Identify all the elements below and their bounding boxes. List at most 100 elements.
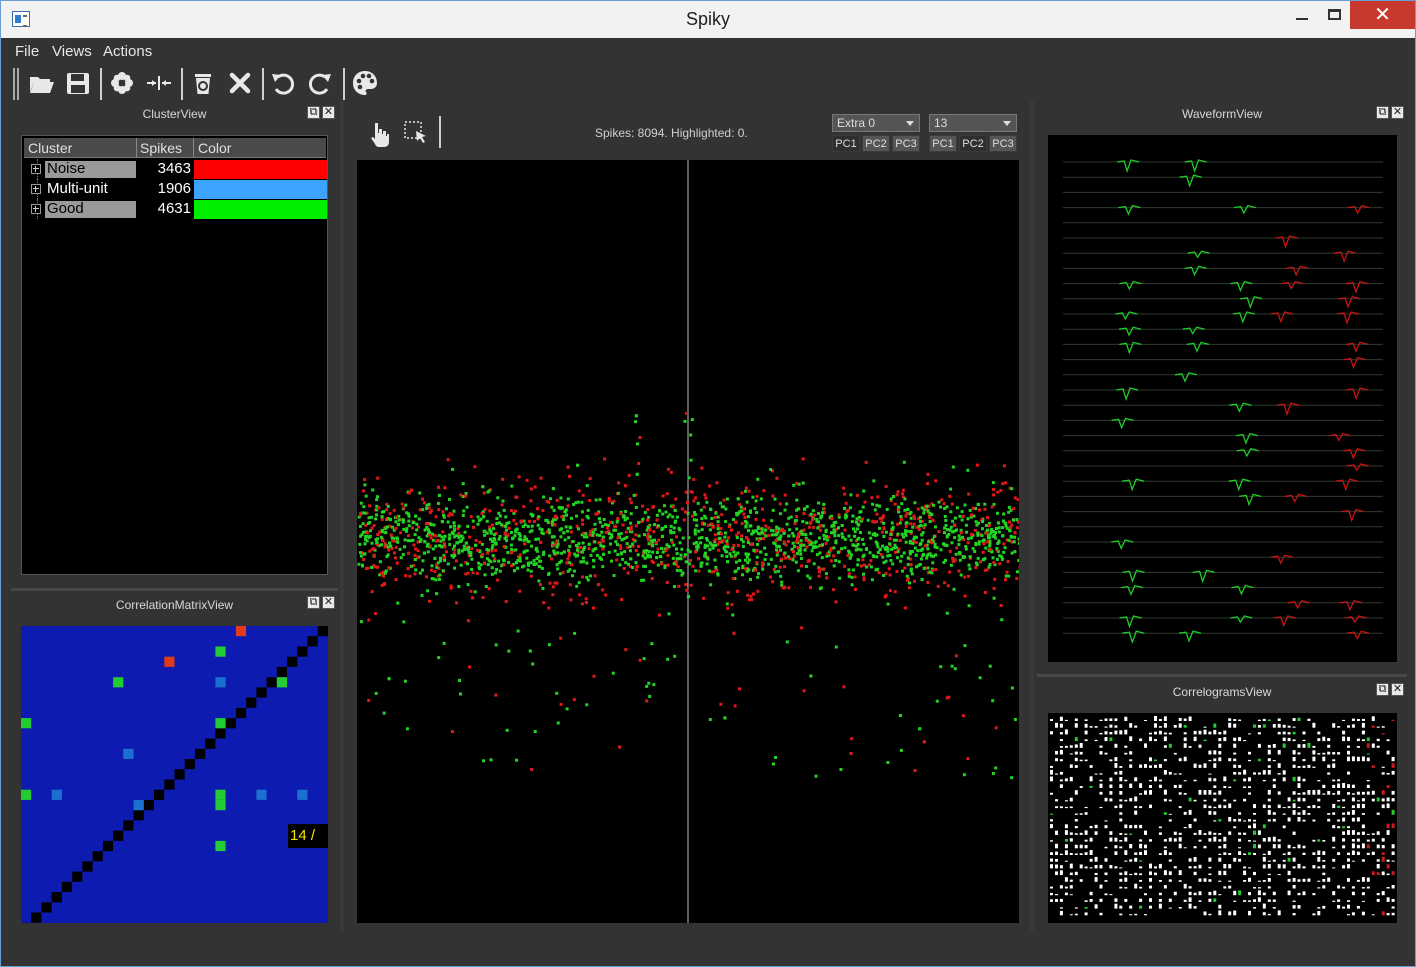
cluster-color-swatch[interactable] [194, 160, 327, 179]
spike-point [535, 546, 539, 550]
dock-splitter[interactable] [1037, 674, 1407, 677]
cluster-row[interactable]: Multi-unit 1906 [24, 179, 327, 199]
correlograms-view-float-button[interactable]: ⧉ [1376, 683, 1389, 696]
toolbar-grip[interactable] [13, 68, 19, 100]
y-pc2-button[interactable]: PC2 [959, 135, 987, 152]
spike-point [885, 507, 889, 511]
correlogram-bar [1302, 759, 1306, 762]
spike-point [724, 531, 727, 535]
correlation-matrix-canvas[interactable] [21, 626, 328, 923]
spike-point [666, 657, 670, 661]
spike-point [491, 554, 495, 558]
correlogram-bar [1253, 899, 1256, 902]
x-pc3-button[interactable]: PC3 [892, 135, 920, 152]
spike-point [810, 549, 814, 553]
correlogram-bar [1188, 809, 1192, 815]
spike-point [991, 481, 995, 485]
spike-point [908, 539, 912, 543]
correlogram-bar [1084, 830, 1088, 835]
cluster-color-swatch[interactable] [194, 180, 327, 199]
correlogram-bar [1282, 859, 1286, 862]
expand-plus-icon[interactable] [31, 204, 41, 214]
delete-button[interactable] [187, 67, 219, 99]
column-header-cluster[interactable]: Cluster [28, 140, 72, 156]
split-button[interactable] [143, 67, 175, 99]
menu-views[interactable]: Views [52, 43, 92, 60]
spike-point [665, 581, 669, 584]
x-pc1-button[interactable]: PC1 [832, 135, 860, 152]
spike-point [812, 562, 816, 566]
correlograms-canvas[interactable] [1048, 713, 1397, 923]
redo-button[interactable] [304, 67, 336, 99]
waveform-canvas[interactable] [1048, 135, 1397, 662]
left-splitter[interactable] [340, 101, 344, 931]
correlogram-bar [1139, 851, 1143, 855]
spike-point [882, 526, 886, 530]
correlogram-bar [1327, 751, 1331, 755]
cluster-row[interactable]: Noise 3463 [24, 159, 327, 179]
pan-tool-button[interactable] [363, 117, 395, 149]
correlogram-bar [1317, 907, 1321, 909]
spike-point [692, 499, 696, 503]
remove-button[interactable] [224, 67, 256, 99]
correlogram-bar [1149, 863, 1152, 869]
column-divider [193, 138, 194, 158]
expand-plus-icon[interactable] [31, 164, 41, 174]
waveform-trace [1270, 554, 1293, 565]
spike-point [374, 517, 378, 521]
spike-point [725, 542, 729, 546]
cluster-view-close-button[interactable]: ✕ [322, 106, 335, 119]
waveform-view-float-button[interactable]: ⧉ [1376, 106, 1389, 119]
spike-point [465, 505, 469, 509]
spike-point [949, 487, 953, 491]
spike-point [964, 547, 968, 551]
spike-point [555, 545, 559, 549]
feature-y-combo[interactable]: 13 [929, 114, 1017, 132]
cluster-view-float-button[interactable]: ⧉ [307, 106, 320, 119]
spike-point [506, 533, 510, 537]
open-button[interactable] [25, 67, 57, 99]
dock-splitter[interactable] [11, 588, 338, 591]
save-button[interactable] [62, 67, 94, 99]
menu-file[interactable]: File [15, 43, 39, 60]
correlogram-bar [1163, 723, 1167, 728]
y-pc1-button[interactable]: PC1 [929, 135, 957, 152]
spike-point [693, 530, 697, 534]
expand-plus-icon[interactable] [31, 184, 41, 194]
correlogram-bar [1134, 805, 1138, 809]
correlogram-bar [1104, 731, 1108, 735]
correlogram-bar [1079, 879, 1083, 882]
spike-point [551, 487, 555, 491]
spike-point [909, 516, 913, 520]
correlograms-view-close-button[interactable]: ✕ [1391, 683, 1404, 696]
column-header-color[interactable]: Color [198, 140, 231, 156]
select-tool-button[interactable] [400, 117, 432, 149]
spike-point [695, 540, 699, 544]
spike-point [771, 508, 775, 512]
close-window-button[interactable]: ✕ [1350, 1, 1415, 29]
right-splitter[interactable] [1030, 101, 1034, 931]
spike-point [566, 465, 570, 469]
x-pc2-button[interactable]: PC2 [862, 135, 890, 152]
cluster-button[interactable] [106, 67, 138, 99]
correlogram-bar [1332, 891, 1336, 896]
undo-button[interactable] [267, 67, 299, 99]
cluster-row[interactable]: Good 4631 [24, 199, 327, 219]
correlogram-bar [1272, 724, 1276, 728]
column-header-spikes[interactable]: Spikes [140, 140, 182, 156]
correlation-matrix-float-button[interactable]: ⧉ [307, 596, 320, 609]
spike-point [847, 574, 851, 578]
menu-actions[interactable]: Actions [103, 43, 152, 60]
correlation-matrix-close-button[interactable]: ✕ [322, 596, 335, 609]
color-button[interactable] [349, 67, 381, 99]
y-pc3-button[interactable]: PC3 [989, 135, 1017, 152]
cluster-color-swatch[interactable] [194, 200, 327, 219]
correlogram-bar [1391, 719, 1395, 721]
waveform-view-close-button[interactable]: ✕ [1391, 106, 1404, 119]
correlogram-bar [1253, 907, 1256, 909]
feature-plot-canvas[interactable] [357, 160, 1022, 923]
feature-x-combo[interactable]: Extra 0 [832, 114, 920, 132]
correlogram-bar [1391, 790, 1395, 795]
spike-point [796, 546, 800, 550]
correlogram-bar [1297, 744, 1301, 748]
